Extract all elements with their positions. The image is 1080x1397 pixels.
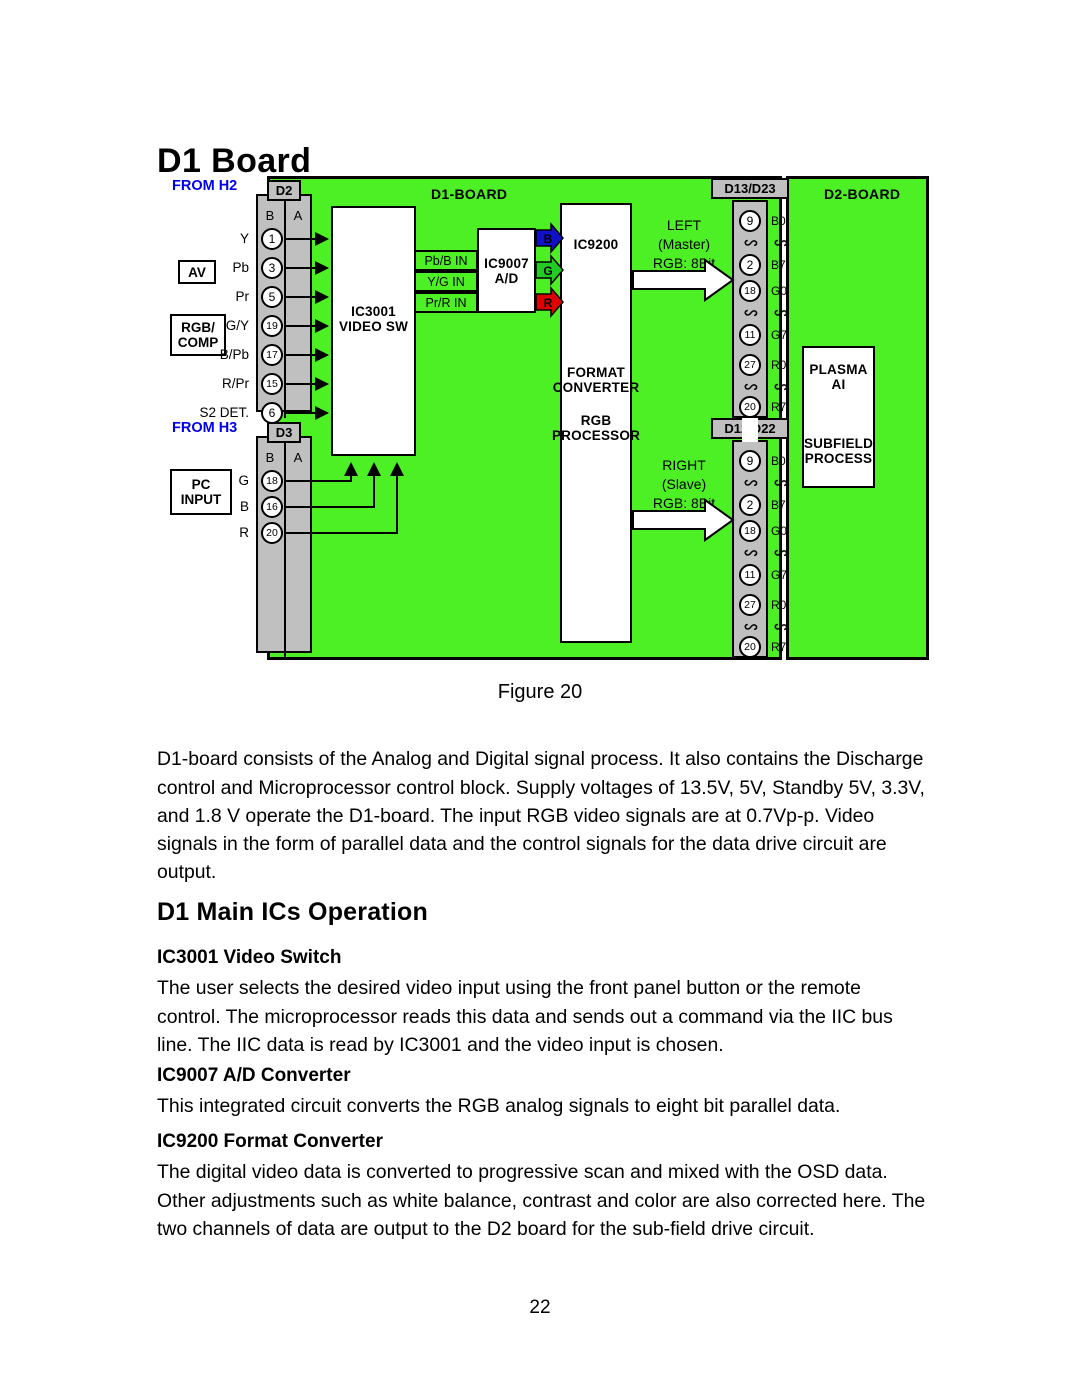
wires-ic3001-to-inputs <box>414 259 416 303</box>
wires-d3-to-ic3001 <box>284 462 404 534</box>
document-page: D1 Board D1-BOARD D2-BOARD FROM H2 FROM … <box>0 0 1080 1397</box>
bus-arrow-left <box>632 258 735 302</box>
figure-d1-board-block-diagram: D1-BOARD D2-BOARD FROM H2 FROM H3 AV RGB… <box>159 168 931 668</box>
connector-bridge <box>742 418 758 442</box>
intro-paragraph: D1-board consists of the Analog and Digi… <box>157 748 925 884</box>
svg-text:G: G <box>543 264 552 278</box>
paragraph-ic3001: The user selects the desired video input… <box>157 977 893 1056</box>
figure-caption: Figure 20 <box>497 681 583 703</box>
figure-content-layer: D1-BOARD D2-BOARD FROM H2 FROM H3 AV RGB… <box>159 168 931 668</box>
paragraph-ic9007: This integrated circuit converts the RGB… <box>157 1095 841 1118</box>
rgb-arrow-g: G <box>535 253 564 287</box>
svg-text:B: B <box>544 232 553 246</box>
subheading-ic9200: IC9200 Format Converter <box>157 1131 383 1152</box>
section-heading-d1-main-ics: D1 Main ICs Operation <box>157 897 428 926</box>
subheading-ic9007: IC9007 A/D Converter <box>157 1065 351 1086</box>
bus-arrow-right <box>632 498 735 542</box>
subheading-ic3001: IC3001 Video Switch <box>157 947 342 968</box>
paragraph-ic9200: The digital video data is converted to p… <box>157 1161 926 1240</box>
page-number: 22 <box>529 1297 551 1318</box>
rgb-arrow-b: B <box>535 221 564 255</box>
wires-inputs-to-ic9007 <box>477 259 478 303</box>
svg-text:R: R <box>544 296 553 310</box>
wires-d2-to-ic3001 <box>284 232 329 420</box>
rgb-arrow-r: R <box>535 285 564 319</box>
wiring-layer: B G R <box>284 221 758 542</box>
